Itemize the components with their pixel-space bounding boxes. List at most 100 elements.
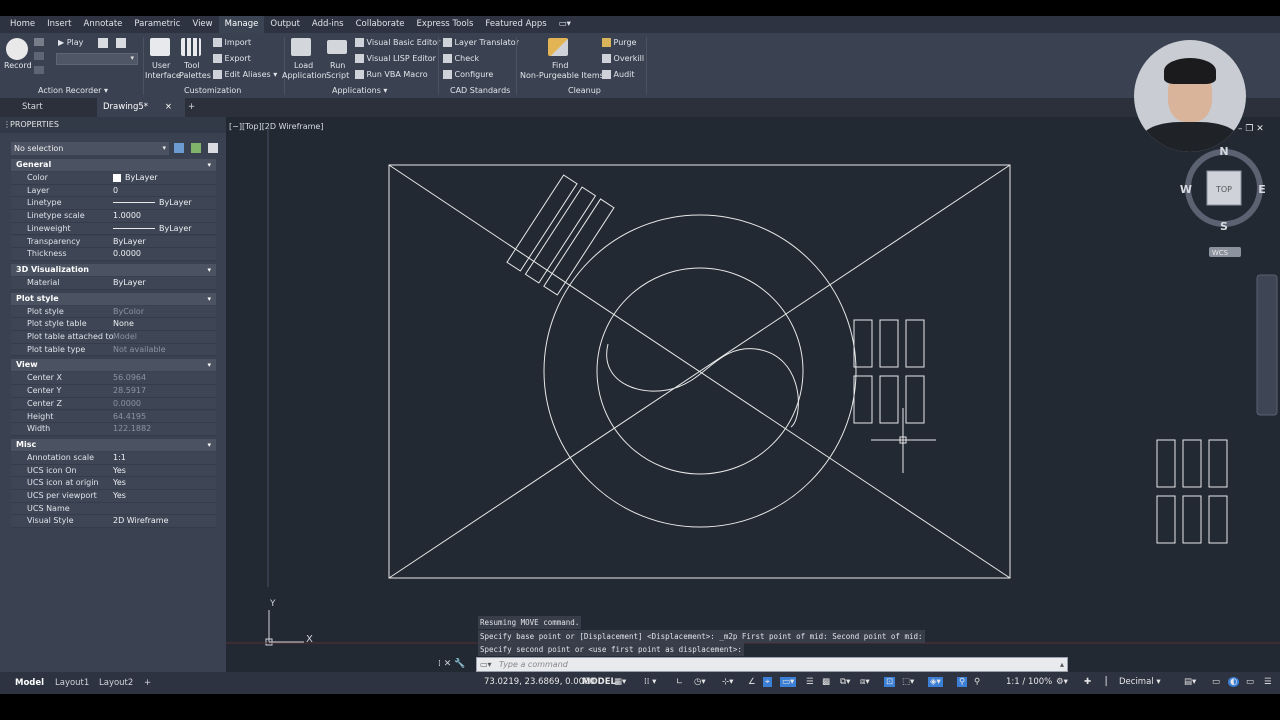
section-header-2[interactable]: Plot style ▾: [11, 292, 216, 305]
annotation-scale-value[interactable]: 1:1 / 100%: [1006, 677, 1052, 687]
property-row[interactable]: Lineweight ByLayer: [11, 222, 216, 236]
properties-title[interactable]: ⋮ PROPERTIES: [0, 117, 226, 133]
tab-output[interactable]: Output: [264, 16, 306, 33]
annotation-visibility-icon[interactable]: ◈▾: [928, 677, 943, 687]
configure-button[interactable]: Configure: [443, 70, 493, 79]
layer-translator-button[interactable]: Layer Translator: [443, 38, 519, 47]
model-space-toggle[interactable]: MODEL: [582, 677, 616, 687]
compass-west[interactable]: W: [1180, 183, 1192, 196]
property-row[interactable]: Plot table attached to Model: [11, 331, 216, 344]
property-row[interactable]: Thickness 0.0000: [11, 248, 216, 261]
export-button[interactable]: Export: [213, 54, 251, 63]
gizmo-icon[interactable]: ⬚▾: [902, 677, 914, 687]
property-row[interactable]: UCS icon On Yes: [11, 464, 216, 478]
property-row[interactable]: Linetype scale 1.0000: [11, 210, 216, 223]
edit-aliases-button[interactable]: Edit Aliases ▾: [213, 70, 277, 79]
annotation-monitor-icon[interactable]: ✚: [1084, 677, 1091, 687]
import-button[interactable]: Import: [213, 38, 251, 47]
recorder-tool-icons[interactable]: [98, 38, 126, 51]
ribbon-options-icon[interactable]: ▭▾: [553, 16, 577, 33]
object-snap-tracking-icon[interactable]: ∠: [748, 677, 756, 687]
action-recorder-panel-title[interactable]: Action Recorder ▾: [38, 86, 108, 95]
compass-south[interactable]: S: [1220, 220, 1228, 233]
selection-filtering-icon[interactable]: ⊡: [884, 677, 896, 687]
selection-dropdown[interactable]: No selection ▾: [11, 142, 169, 155]
add-layout-button[interactable]: +: [139, 676, 156, 690]
audit-button[interactable]: Audit: [602, 70, 635, 79]
coordinate-readout[interactable]: 73.0219, 23.6869, 0.0000: [484, 677, 595, 687]
tab-add-ins[interactable]: Add-ins: [306, 16, 350, 33]
customization-menu-icon[interactable]: ☰: [1264, 677, 1272, 687]
property-row[interactable]: Transparency ByLayer: [11, 235, 216, 249]
tab-parametric[interactable]: Parametric: [128, 16, 186, 33]
grip-icon[interactable]: ⁞: [438, 659, 441, 669]
trigram-geon[interactable]: [506, 174, 615, 296]
overkill-button[interactable]: Overkill: [602, 54, 644, 63]
annotation-scale-icon[interactable]: ⚲: [974, 677, 980, 687]
trigram-copy[interactable]: [1156, 439, 1228, 544]
tab-view[interactable]: View: [186, 16, 218, 33]
close-icon[interactable]: ✕: [444, 659, 452, 669]
property-row[interactable]: Color ByLayer: [11, 172, 216, 185]
property-row[interactable]: Center Y 28.5917: [11, 385, 216, 398]
object-snap-icon[interactable]: ⌖: [763, 677, 772, 687]
section-header-3[interactable]: View ▾: [11, 359, 216, 372]
property-row[interactable]: Visual Style 2D Wireframe: [11, 515, 216, 529]
section-header-1[interactable]: 3D Visualization ▾: [11, 263, 216, 276]
property-row[interactable]: Plot style table None: [11, 318, 216, 331]
tab-manage[interactable]: Manage: [218, 16, 265, 33]
tab-featured-apps[interactable]: Featured Apps: [479, 16, 552, 33]
drawing-area[interactable]: Y X TOP N S W E WCS – ❐ ✕: [226, 117, 1280, 672]
property-row[interactable]: Plot style ByColor: [11, 305, 216, 319]
tab-annotate[interactable]: Annotate: [78, 16, 129, 33]
check-button[interactable]: Check: [443, 54, 479, 63]
isolate-objects-icon[interactable]: ◐: [1228, 677, 1240, 687]
property-row[interactable]: Center Z 0.0000: [11, 397, 216, 411]
selection-cycling-icon[interactable]: ▩: [822, 677, 830, 687]
viewport-window-controls[interactable]: – ❐ ✕: [1238, 124, 1264, 134]
trigram-gam[interactable]: [853, 319, 925, 424]
dynamic-ucs-icon[interactable]: ⧈▾: [860, 677, 870, 687]
transparency-icon[interactable]: ☰: [806, 677, 814, 687]
tab-model[interactable]: Model: [10, 676, 49, 690]
viewcube[interactable]: TOP N S W E WCS: [1180, 145, 1266, 257]
property-row[interactable]: Annotation scale 1:1: [11, 451, 216, 465]
property-row[interactable]: Linetype ByLayer: [11, 197, 216, 211]
property-row[interactable]: UCS Name: [11, 502, 216, 516]
section-header-4[interactable]: Misc ▾: [11, 438, 216, 451]
tab-start[interactable]: Start: [16, 98, 49, 117]
property-row[interactable]: Height 64.4195: [11, 410, 216, 424]
run-vba-macro-button[interactable]: Run VBA Macro: [355, 70, 428, 79]
tab-layout2[interactable]: Layout2: [94, 676, 138, 690]
tab-express-tools[interactable]: Express Tools: [411, 16, 480, 33]
snap-mode-icon[interactable]: ⁞⁞ ▾: [644, 677, 656, 687]
lineweight-icon[interactable]: ▭▾: [780, 677, 797, 687]
tab-layout1[interactable]: Layout1: [50, 676, 94, 690]
property-row[interactable]: UCS per viewport Yes: [11, 490, 216, 503]
tab-insert[interactable]: Insert: [41, 16, 77, 33]
quick-properties-icon[interactable]: ▤▾: [1184, 677, 1196, 687]
toggle-pickadd-icon[interactable]: [174, 143, 184, 153]
tab-collaborate[interactable]: Collaborate: [350, 16, 411, 33]
close-tab-icon[interactable]: ×: [165, 98, 172, 117]
command-input[interactable]: ▭▾ Type a command ▴: [476, 657, 1068, 672]
navigation-bar[interactable]: [1256, 274, 1278, 416]
property-row[interactable]: UCS icon at origin Yes: [11, 477, 216, 490]
new-tab-button[interactable]: +: [182, 98, 201, 117]
command-history-button[interactable]: ▴: [1060, 658, 1064, 671]
property-row[interactable]: Plot table type Not available: [11, 343, 216, 357]
tab-home[interactable]: Home: [4, 16, 41, 33]
3d-osnap-icon[interactable]: ⧉▾: [840, 677, 850, 687]
ortho-icon[interactable]: ∟: [676, 677, 683, 687]
polar-tracking-icon[interactable]: ◷▾: [694, 677, 706, 687]
section-header-0[interactable]: General ▾: [11, 159, 216, 171]
annotation-autoscale-icon[interactable]: ⚲: [957, 677, 968, 687]
visual-lisp-editor-button[interactable]: Visual LISP Editor: [355, 54, 436, 63]
tab-drawing5[interactable]: Drawing5* ×: [97, 98, 185, 117]
purge-button[interactable]: Purge: [602, 38, 636, 47]
hardware-acceleration-icon[interactable]: ▭: [1246, 677, 1254, 687]
property-row[interactable]: Center X 56.0964: [11, 372, 216, 386]
drawing-canvas[interactable]: [−][Top][2D Wireframe] Y X TOP S W E WCS…: [226, 117, 1280, 672]
customize-wrench-icon[interactable]: 🔧: [454, 659, 465, 669]
macro-select[interactable]: ▾: [56, 53, 138, 65]
